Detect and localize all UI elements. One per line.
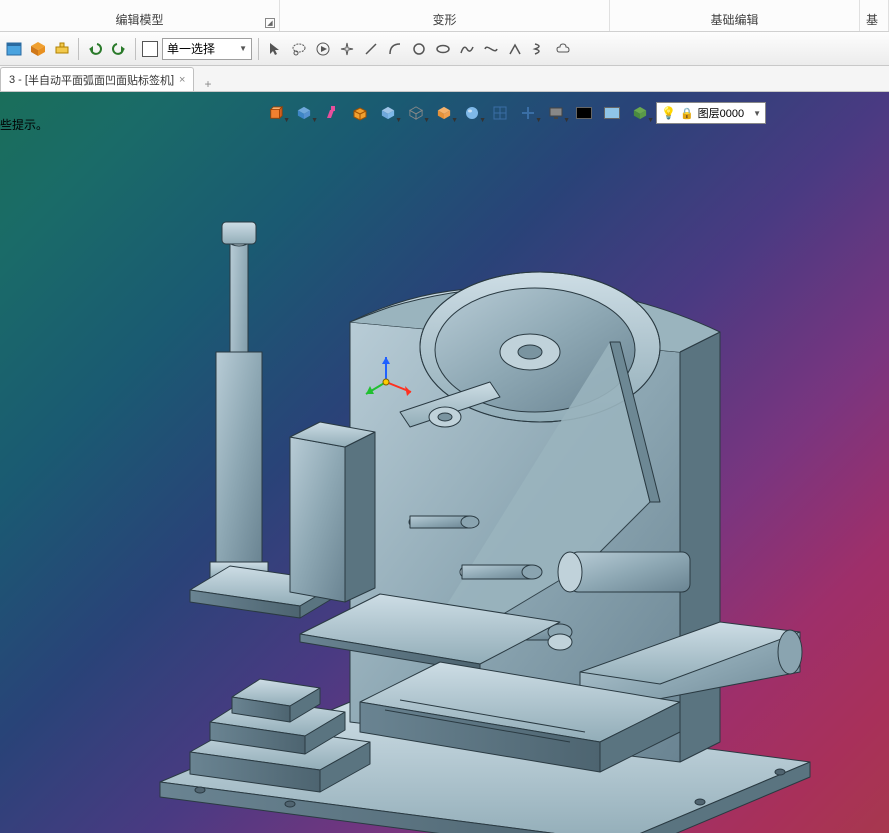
redo-icon[interactable] [109, 39, 129, 59]
document-tab-name: 半自动平面弧面凹面贴标签机 [28, 72, 171, 88]
separator [135, 38, 136, 60]
document-tab-prefix: 3 - [ [9, 74, 28, 86]
color-blue-swatch[interactable] [600, 102, 624, 124]
monitor-icon[interactable]: ▼ [544, 102, 568, 124]
wireframe-cube-icon[interactable]: ▼ [404, 102, 428, 124]
pointer-icon[interactable] [265, 39, 285, 59]
selection-mode-label: 单一选择 [167, 40, 215, 57]
play-icon[interactable] [313, 39, 333, 59]
main-toolbar: 单一选择 ▼ [0, 32, 889, 66]
chevron-down-icon: ▼ [283, 117, 290, 124]
ribbon-group-label: 基础编辑 [710, 11, 758, 28]
document-tab-suffix: ] [171, 74, 174, 86]
add-tab-button[interactable]: + [194, 77, 221, 91]
ellipse-icon[interactable] [433, 39, 453, 59]
green-cube-icon[interactable]: ▼ [628, 102, 652, 124]
chevron-down-icon: ▼ [647, 117, 654, 124]
shaded-cube-icon[interactable]: ▼ [376, 102, 400, 124]
curve-icon[interactable] [481, 39, 501, 59]
edge-icon[interactable] [505, 39, 525, 59]
selection-filter-icon[interactable] [142, 41, 158, 57]
cad-model [140, 202, 820, 833]
3d-viewport[interactable]: 些提示。 ▼ ▼ ▼ ▼ ▼ ▼ [0, 92, 889, 833]
bulb-icon: 💡 [661, 106, 676, 120]
undo-icon[interactable] [85, 39, 105, 59]
ribbon-group-basic-edit[interactable]: 基础编辑 [610, 0, 860, 31]
chevron-down-icon: ▼ [479, 117, 486, 124]
helix-icon[interactable] [529, 39, 549, 59]
view-face-icon[interactable]: ▼ [292, 102, 316, 124]
close-icon[interactable]: × [179, 74, 185, 86]
section-plane-icon[interactable]: ▼ [516, 102, 540, 124]
selection-mode-dropdown[interactable]: 单一选择 ▼ [162, 38, 252, 60]
brick-icon[interactable] [348, 102, 372, 124]
ribbon-group-label: 基 [866, 11, 878, 28]
gold-cube-icon[interactable]: ▼ [432, 102, 456, 124]
sphere-icon[interactable]: ▼ [460, 102, 484, 124]
ribbon-group-more[interactable]: 基 [860, 0, 889, 31]
ribbon-group-deform[interactable]: 变形 [280, 0, 610, 31]
section-icon[interactable] [488, 102, 512, 124]
document-tab-bar: 3 - [ 半自动平面弧面凹面贴标签机 ] × + [0, 66, 889, 92]
chevron-down-icon: ▼ [451, 117, 458, 124]
color-black-swatch[interactable] [572, 102, 596, 124]
dialog-launcher-icon[interactable]: ◢ [265, 18, 275, 28]
spline-icon[interactable] [457, 39, 477, 59]
circle-icon[interactable] [409, 39, 429, 59]
layer-label: 图层0000 [698, 105, 744, 121]
sparkle-icon[interactable] [337, 39, 357, 59]
cube-orange-icon[interactable] [28, 39, 48, 59]
document-tab[interactable]: 3 - [ 半自动平面弧面凹面贴标签机 ] × [0, 67, 194, 91]
chevron-down-icon: ▼ [311, 117, 318, 124]
chevron-down-icon: ▼ [239, 44, 247, 53]
tool-yellow-icon[interactable] [52, 39, 72, 59]
view-toolbar: ▼ ▼ ▼ ▼ ▼ ▼ [264, 100, 766, 126]
arc-icon[interactable] [385, 39, 405, 59]
lock-icon: 🔒 [680, 107, 694, 120]
ribbon-group-label: 编辑模型 [115, 11, 163, 28]
chevron-down-icon: ▼ [563, 117, 570, 124]
highlighter-icon[interactable] [320, 102, 344, 124]
ribbon-group-label: 变形 [432, 11, 456, 28]
view-home-icon[interactable]: ▼ [264, 102, 288, 124]
separator [78, 38, 79, 60]
lasso-icon[interactable] [289, 39, 309, 59]
chevron-down-icon: ▼ [535, 117, 542, 124]
chevron-down-icon: ▼ [423, 117, 430, 124]
line-icon[interactable] [361, 39, 381, 59]
viewport-hint: 些提示。 [0, 116, 48, 133]
cloud-icon[interactable] [553, 39, 573, 59]
layer-dropdown[interactable]: 💡 🔒 图层0000 ▼ [656, 102, 766, 124]
window-icon[interactable] [4, 39, 24, 59]
chevron-down-icon: ▼ [395, 117, 402, 124]
separator [258, 38, 259, 60]
chevron-down-icon: ▼ [753, 109, 761, 118]
ribbon-group-edit-model[interactable]: 编辑模型 ◢ [0, 0, 280, 31]
